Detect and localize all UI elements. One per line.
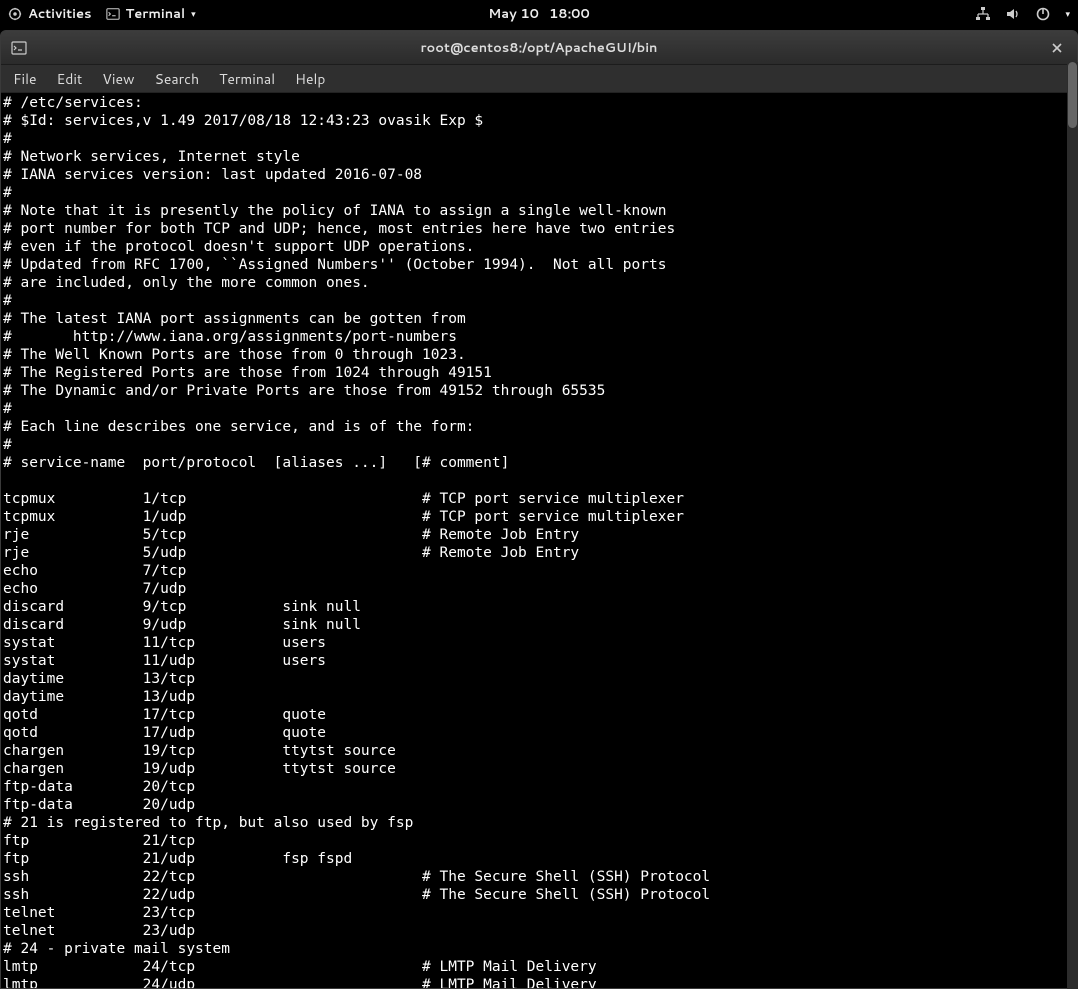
menu-search[interactable]: Search xyxy=(145,66,210,92)
activities-button[interactable]: Activities xyxy=(8,5,92,23)
app-menu-button[interactable]: Terminal ▾ xyxy=(106,5,196,23)
network-icon[interactable] xyxy=(975,6,991,22)
terminal-icon xyxy=(106,7,120,21)
app-menu-label: Terminal xyxy=(126,5,186,23)
menu-file[interactable]: File xyxy=(3,66,47,92)
scrollbar[interactable] xyxy=(1067,62,1078,989)
menu-help[interactable]: Help xyxy=(285,66,335,92)
menu-edit[interactable]: Edit xyxy=(47,66,93,92)
terminal-window: root@centos8:/opt/ApacheGUI/bin File Edi… xyxy=(0,30,1078,989)
menu-view[interactable]: View xyxy=(92,66,144,92)
window-titlebar[interactable]: root@centos8:/opt/ApacheGUI/bin xyxy=(1,31,1077,65)
activities-label: Activities xyxy=(28,5,92,23)
terminal-output[interactable]: # /etc/services: # $Id: services,v 1.49 … xyxy=(1,93,1077,988)
date-label: May 10 xyxy=(488,5,539,23)
close-button[interactable] xyxy=(1047,38,1067,58)
scrollbar-thumb[interactable] xyxy=(1068,62,1077,128)
window-title: root@centos8:/opt/ApacheGUI/bin xyxy=(421,39,658,57)
top-panel-left: Activities Terminal ▾ xyxy=(8,5,196,23)
menu-terminal[interactable]: Terminal xyxy=(209,66,285,92)
chevron-down-icon: ▾ xyxy=(191,7,196,20)
activities-icon xyxy=(8,7,22,21)
time-label: 18:00 xyxy=(549,5,590,23)
top-panel: Activities Terminal ▾ May 10 18:00 xyxy=(0,0,1078,27)
power-icon[interactable] xyxy=(1035,6,1051,22)
system-tray: ▾ xyxy=(975,6,1070,22)
menubar: File Edit View Search Terminal Help xyxy=(1,65,1077,93)
clock[interactable]: May 10 18:00 xyxy=(488,5,590,23)
chevron-down-icon[interactable]: ▾ xyxy=(1065,7,1070,20)
close-icon xyxy=(1052,43,1062,53)
volume-icon[interactable] xyxy=(1005,6,1021,22)
terminal-icon xyxy=(11,40,27,56)
